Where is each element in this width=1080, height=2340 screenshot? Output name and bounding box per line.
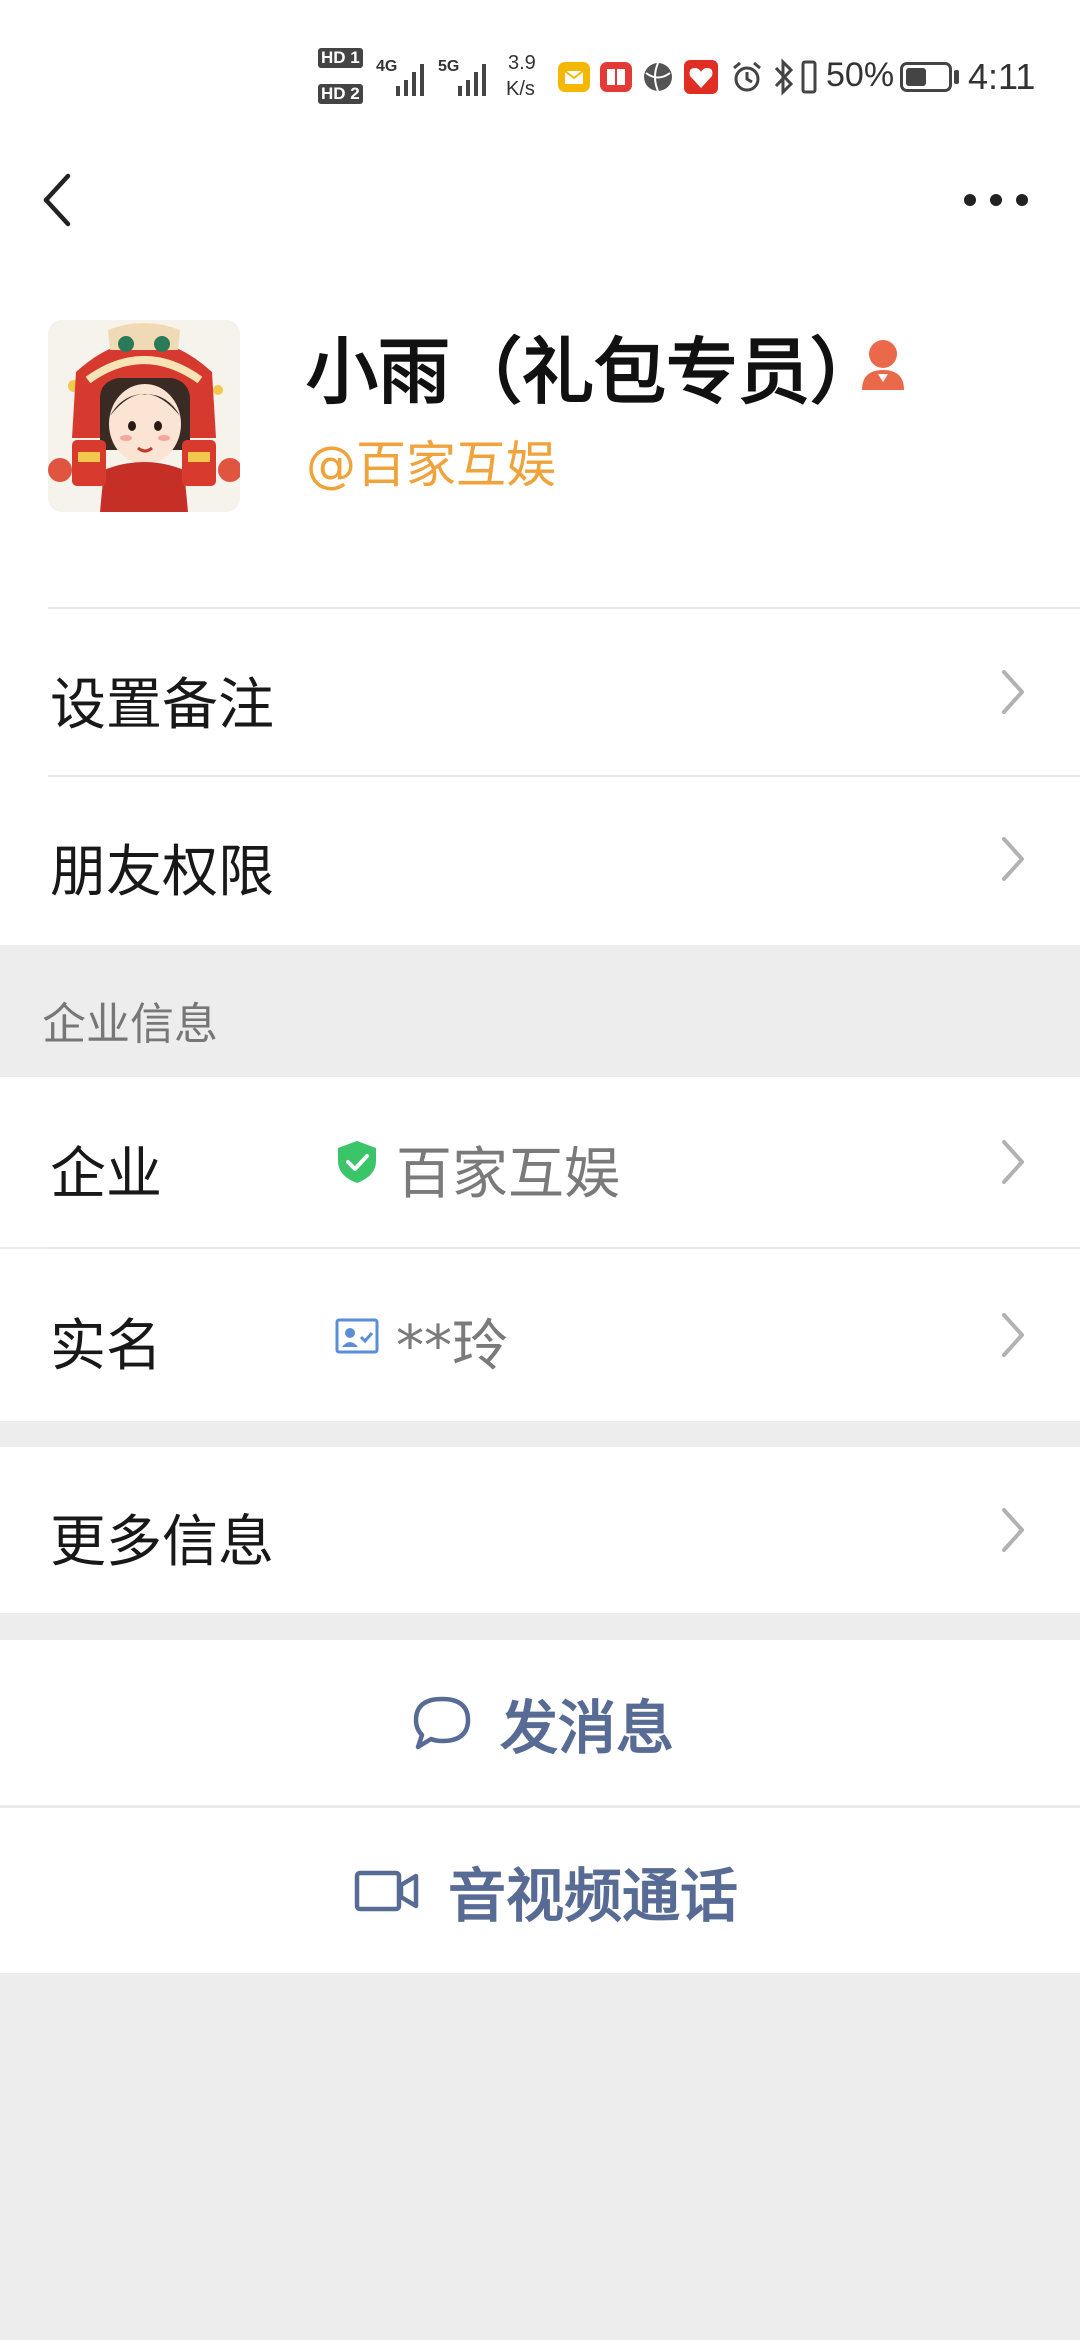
battery-percent: 50% xyxy=(826,56,895,94)
chat-bubble-icon xyxy=(413,1696,471,1749)
signal-1-icon xyxy=(396,64,424,96)
more-info-label: 更多信息 xyxy=(50,1510,274,1575)
video-call-button[interactable]: 音视频通话 xyxy=(0,1808,1080,1973)
more-horizontal-icon xyxy=(964,194,1028,206)
clock: 4:11 xyxy=(968,56,1036,97)
send-message-button[interactable]: 发消息 xyxy=(0,1640,1080,1805)
chevron-right-icon xyxy=(1002,670,1024,714)
company-value: 百家互娱 xyxy=(396,1142,620,1207)
signal-2-icon xyxy=(458,64,486,96)
id-card-icon xyxy=(335,1318,379,1354)
person-badge-icon xyxy=(862,340,904,390)
net-speed-value: 3.9 xyxy=(508,52,536,74)
chevron-right-icon xyxy=(1002,837,1024,881)
avatar[interactable] xyxy=(48,320,240,512)
chevron-left-icon xyxy=(43,173,71,227)
company-row[interactable]: 企业 百家互娱 xyxy=(0,1077,1080,1247)
enterprise-section-title: 企业信息 xyxy=(42,999,218,1050)
chevron-right-icon xyxy=(1002,1140,1024,1184)
vibrate-icon xyxy=(801,60,817,94)
avatar-illustration xyxy=(48,320,240,512)
chevron-right-icon xyxy=(1002,1508,1024,1552)
corp-handle: @百家互娱 xyxy=(306,436,556,494)
shopping-app-icon xyxy=(684,60,718,94)
back-button[interactable] xyxy=(36,170,96,230)
chevron-right-icon xyxy=(1002,1313,1024,1357)
friend-permission-label: 朋友权限 xyxy=(50,840,274,905)
battery-icon xyxy=(900,62,952,92)
company-label: 企业 xyxy=(50,1142,162,1207)
more-info-row[interactable]: 更多信息 xyxy=(0,1447,1080,1613)
realname-label: 实名 xyxy=(50,1314,162,1379)
ball-app-icon xyxy=(644,62,672,92)
net-speed-unit: K/s xyxy=(506,78,535,100)
video-call-label: 音视频通话 xyxy=(448,1861,739,1930)
status-bar: HD 1 HD 2 4G 5G 3.9 K/s 50% 4:11 xyxy=(0,0,1080,150)
battery-tip xyxy=(954,70,959,84)
set-remark-label: 设置备注 xyxy=(50,673,274,738)
alarm-icon xyxy=(733,61,761,92)
verified-shield-icon xyxy=(338,1141,376,1183)
mail-app-icon xyxy=(558,62,590,92)
hd2-indicator: HD 2 xyxy=(318,84,363,104)
bluetooth-icon xyxy=(774,58,794,96)
realname-row[interactable]: 实名 **玲 xyxy=(0,1249,1080,1421)
hd1-indicator: HD 1 xyxy=(318,48,363,68)
set-remark-row[interactable]: 设置备注 xyxy=(0,610,1080,775)
video-camera-icon xyxy=(354,1870,419,1911)
battery-fill xyxy=(906,68,926,86)
book-app-icon xyxy=(600,62,632,92)
friend-permission-row[interactable]: 朋友权限 xyxy=(0,777,1080,943)
more-button[interactable] xyxy=(960,170,1032,230)
realname-value: **玲 xyxy=(396,1314,508,1379)
contact-name: 小雨（礼包专员） xyxy=(306,330,883,414)
divider xyxy=(48,607,1080,609)
send-message-label: 发消息 xyxy=(500,1693,675,1762)
